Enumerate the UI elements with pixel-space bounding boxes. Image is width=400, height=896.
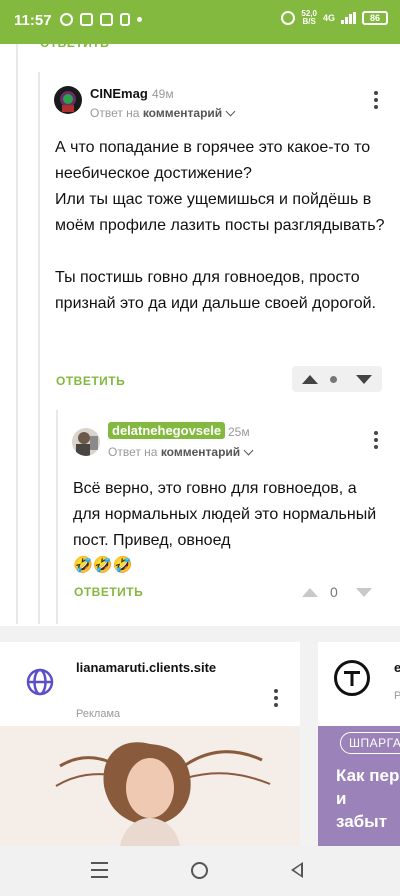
battery-icon: 86 [362,11,388,25]
status-bar: 11:57 52,0 B/S 4G 86 [0,0,400,44]
vote-box [292,366,382,392]
home-icon[interactable] [191,862,208,879]
ad-site[interactable]: lianamaruti.clients.site [76,660,216,675]
vote-count: 0 [330,584,338,600]
ads-carousel: lianamaruti.clients.site Реклама e Р ШПА… [0,626,400,846]
ad-label: Р [394,690,400,702]
ad-menu-button[interactable] [266,688,286,708]
comment-menu-button[interactable] [366,90,386,110]
network-type: 4G [322,13,335,23]
comment-author[interactable]: delatnehegovsele [108,422,226,439]
signal-icon [341,12,356,24]
downvote-icon[interactable] [356,587,372,597]
reply-button[interactable]: ОТВЕТИТЬ [56,374,125,388]
downvote-icon[interactable] [356,374,372,384]
menu-icon[interactable] [91,862,108,878]
reply-target: комментарий [142,106,223,120]
upvote-icon[interactable] [302,587,318,597]
comment-body: А что попадание в горячее это какое-то т… [55,139,385,312]
ad-label: Реклама [76,708,121,720]
ad-headline: Как пер и забыт [336,766,400,831]
avatar[interactable] [54,86,82,114]
globe-icon [22,664,58,700]
ad-image[interactable] [0,726,300,846]
more-notifications-dot [137,17,142,22]
reply-to-link[interactable]: Ответ на комментарий [90,106,236,120]
ad-card[interactable]: e Р ШПАРГА Как пер и забыт [318,642,400,846]
chevron-down-icon [225,106,236,117]
upvote-icon[interactable] [302,374,318,384]
comment-time: 49м [152,87,174,101]
status-time: 11:57 [14,12,52,29]
comment-author[interactable]: CINEmag [90,86,148,101]
notification-icons [60,13,142,26]
ad-tag: ШПАРГА [340,732,400,754]
message-icon [100,13,113,26]
back-icon[interactable] [291,862,303,878]
reply-button[interactable]: ОТВЕТИТЬ [74,585,143,599]
avatar[interactable] [72,428,100,456]
thread-line [16,44,18,624]
ad-card[interactable]: lianamaruti.clients.site Реклама [0,642,300,846]
comment-time: 25м [228,425,250,439]
chat-icon [80,13,93,26]
notification-app-icon [60,13,73,26]
alarm-icon [281,11,296,25]
vote-score-dot [330,375,337,383]
thread-line [38,72,40,624]
reply-prefix: Ответ на [90,106,140,120]
thread-line [56,410,58,624]
ad-image[interactable]: ШПАРГА Как пер и забыт [318,726,400,846]
reply-to-link[interactable]: Ответ на комментарий [108,445,254,459]
t-logo-icon [334,660,370,696]
chevron-down-icon [243,445,254,456]
reply-target: комментарий [160,445,241,459]
ad-site[interactable]: e [394,660,400,675]
system-icons: 52,0 B/S 4G 86 [281,10,388,26]
comment-menu-button[interactable] [366,430,386,450]
sim-icon [120,13,130,26]
comment-emoji: 🤣🤣🤣 [73,555,133,574]
reply-prefix: Ответ на [108,445,158,459]
network-speed-unit: B/S [302,17,316,26]
comment-body: Всё верно, это говно для говноедов, а дл… [73,480,377,549]
network-speed: 52,0 B/S [301,10,317,26]
navigation-bar [0,846,400,896]
vote-box: 0 [292,579,382,605]
